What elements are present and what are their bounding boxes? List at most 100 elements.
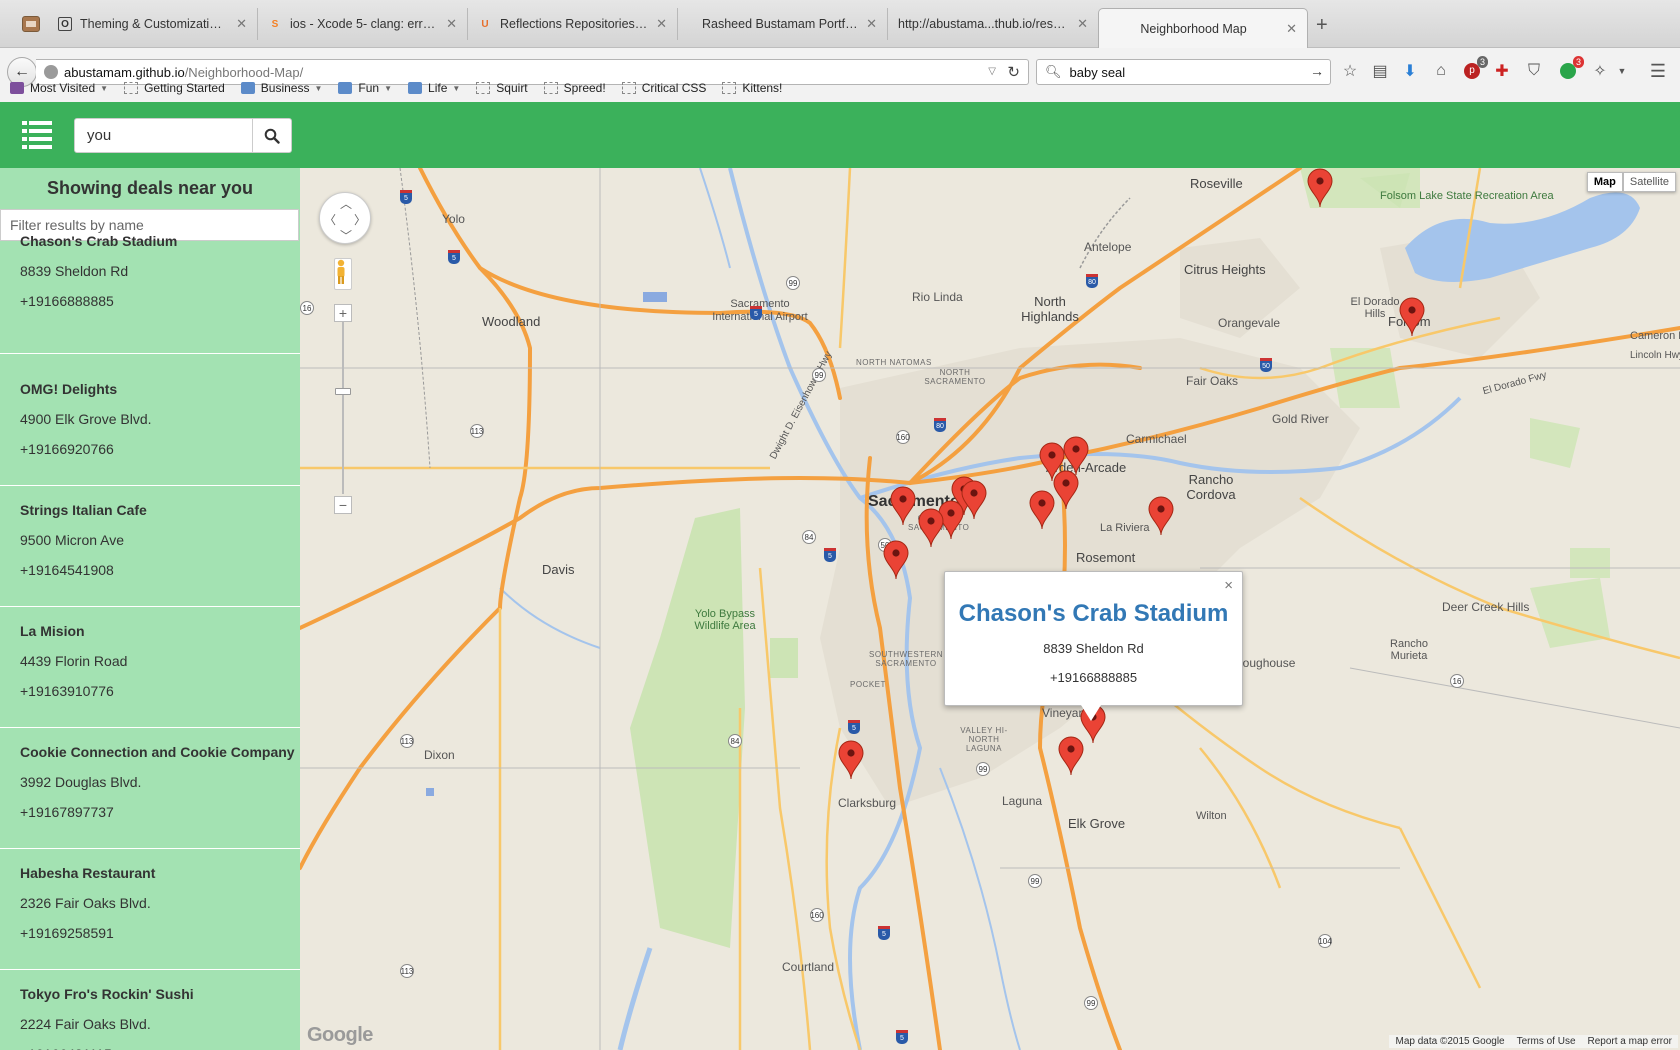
highway-84-shield: 84 — [802, 530, 816, 544]
reflections-favicon-icon: U — [481, 18, 489, 30]
bookmark-item[interactable]: Most Visited ▼ — [10, 81, 108, 95]
location-search-input[interactable] — [75, 119, 252, 152]
location-search — [74, 118, 292, 153]
search-bar[interactable]: 🔍︎ baby seal → — [1036, 59, 1331, 85]
addon-cross-icon[interactable]: ✚ — [1492, 61, 1512, 81]
highway-99-shield: 99 — [976, 762, 990, 776]
terms-of-use-link[interactable]: Terms of Use — [1511, 1035, 1582, 1048]
tab-close-icon[interactable]: ✕ — [1077, 16, 1088, 32]
map-marker-icon[interactable] — [1307, 168, 1333, 208]
deal-list-item[interactable]: OMG! Delights 4900 Elk Grove Blvd. +191669… — [0, 365, 300, 486]
reading-list-icon[interactable]: ▤ — [1370, 61, 1390, 81]
map[interactable]: Roseville Yolo Antelope Citrus Heights F… — [300, 168, 1680, 1050]
deal-list-item[interactable]: Tokyo Fro's Rockin' Sushi 2224 Fair Oaks … — [0, 970, 300, 1050]
pan-left-icon[interactable]: 〈 — [324, 211, 336, 228]
map-marker-icon[interactable] — [1058, 736, 1084, 776]
map-marker-icon[interactable] — [1029, 490, 1055, 530]
tab-close-icon[interactable]: ✕ — [236, 16, 247, 32]
bookmark-item[interactable]: Spreed! — [543, 81, 606, 95]
pocket-save-icon[interactable]: ⛉ — [1524, 61, 1544, 81]
green-extension-icon[interactable]: 3 — [1558, 56, 1584, 81]
interstate-5-shield: 5 — [824, 548, 836, 562]
place-label: NORTH SACRAMENTO — [924, 368, 986, 386]
zoom-track[interactable] — [342, 322, 344, 494]
bookmark-item[interactable]: Squirt — [476, 81, 528, 95]
zoom-in-button[interactable]: + — [334, 304, 352, 322]
deal-list-item[interactable]: Strings Italian Cafe 9500 Micron Ave +1916… — [0, 486, 300, 607]
pan-right-icon[interactable]: 〉 — [354, 211, 366, 228]
url-history-dropdown-icon[interactable]: ▽ — [988, 66, 996, 77]
info-window-phone: +19166888885 — [1049, 670, 1138, 685]
bookmark-star-icon[interactable]: ☆ — [1340, 61, 1360, 81]
interstate-5-shield: 5 — [448, 250, 460, 264]
search-go-icon[interactable]: → — [1310, 63, 1324, 79]
place-label: VALLEY HI-NORTH LAGUNA — [960, 726, 1008, 753]
tab-stackoverflow[interactable]: S ios - Xcode 5- clang: error: l... ✕ — [258, 8, 468, 40]
place-label: Deer Creek Hills — [1442, 600, 1530, 614]
map-footer: Map data ©2015 Google Terms of Use Repor… — [1389, 1035, 1678, 1048]
map-marker-icon[interactable] — [838, 740, 864, 780]
deal-list-item[interactable]: La Mision 4439 Florin Road +19163910776 — [0, 607, 300, 728]
map-marker-icon[interactable] — [918, 508, 944, 548]
map-marker-icon[interactable] — [1148, 496, 1174, 536]
tab-close-icon[interactable]: ✕ — [446, 16, 457, 32]
pocket-extension-icon[interactable]: p 3 — [1462, 56, 1488, 81]
deal-address: 9500 Micron Ave — [20, 532, 125, 548]
map-type-satellite-button[interactable]: Satellite — [1622, 172, 1676, 192]
downloads-icon[interactable]: ⬇ — [1400, 61, 1420, 81]
map-marker-icon[interactable] — [1053, 470, 1079, 510]
bookmark-item[interactable]: Fun ▼ — [338, 81, 392, 95]
deal-list-item[interactable]: Chason's Crab Stadium 8839 Sheldon Rd +191… — [0, 233, 300, 354]
place-label: Cameron Park — [1630, 330, 1680, 342]
bookmark-label: Life — [428, 81, 448, 95]
tab-close-icon[interactable]: ✕ — [1286, 21, 1297, 37]
map-marker-icon[interactable] — [890, 486, 916, 526]
bookmark-item[interactable]: Getting Started — [124, 81, 225, 95]
bookmark-item[interactable]: Life ▼ — [408, 81, 460, 95]
list-toggle-icon[interactable] — [22, 121, 52, 149]
home-icon[interactable]: ⌂ — [1431, 61, 1451, 81]
pan-control[interactable]: ︿ ﹀ 〈 〉 — [319, 192, 371, 244]
map-marker-icon[interactable] — [961, 480, 987, 520]
tab-close-icon[interactable]: ✕ — [656, 16, 667, 32]
map-type-map-button[interactable]: Map — [1586, 172, 1623, 192]
zoom-slider-handle[interactable] — [335, 388, 351, 395]
zoom-out-button[interactable]: − — [334, 496, 352, 514]
tab-reflections[interactable]: U Reflections Repositories - C... ✕ — [468, 8, 678, 40]
deal-list-item[interactable]: Habesha Restaurant 2326 Fair Oaks Blvd. +1… — [0, 849, 300, 970]
tab-resume[interactable]: http://abustama...thub.io/resume/ ✕ — [888, 8, 1098, 40]
bookmark-item[interactable]: Kittens! — [722, 81, 782, 95]
map-marker-icon[interactable] — [883, 540, 909, 580]
highway-160-shield: 160 — [810, 908, 824, 922]
bookmark-item[interactable]: Business ▼ — [240, 81, 322, 95]
location-search-button[interactable] — [252, 119, 291, 152]
deal-list-item[interactable]: Cookie Connection and Cookie Company 3992… — [0, 728, 300, 849]
place-label: SOUTHWESTERN SACRAMENTO — [869, 650, 943, 668]
deal-address: 8839 Sheldon Rd — [20, 263, 129, 279]
place-label: Rancho Murieta — [1390, 638, 1428, 662]
pan-up-icon[interactable]: ︿ — [340, 195, 352, 212]
tab-neighborhood-map[interactable]: Neighborhood Map ✕ — [1098, 8, 1308, 48]
report-map-error-link[interactable]: Report a map error — [1582, 1035, 1678, 1048]
street-view-pegman-icon[interactable] — [334, 258, 352, 290]
info-window-close-icon[interactable]: × — [1224, 577, 1233, 594]
tab-close-icon[interactable]: ✕ — [866, 16, 877, 32]
pan-down-icon[interactable]: ﹀ — [340, 227, 352, 244]
deal-phone: +19167897737 — [20, 804, 114, 820]
stackoverflow-favicon-icon: S — [271, 18, 279, 30]
folder-icon — [408, 82, 423, 94]
tab-groups-icon[interactable] — [22, 16, 40, 32]
tab-portfolio[interactable]: Rasheed Bustamam Portfolio ✕ — [678, 8, 888, 40]
map-marker-icon[interactable] — [1399, 297, 1425, 337]
green-extension-badge: 3 — [1572, 56, 1584, 68]
tab-theming[interactable]: O Theming & Customization - ... ✕ — [48, 8, 258, 40]
browser-tab-bar: O Theming & Customization - ... ✕ S ios … — [0, 0, 1680, 48]
bookmark-item[interactable]: Critical CSS — [621, 81, 706, 95]
pocket-badge: 3 — [1476, 56, 1488, 68]
extension-puzzle-icon[interactable]: ✧ — [1590, 61, 1610, 81]
extension-dropdown-icon[interactable]: ▼ — [1612, 61, 1632, 81]
new-tab-button[interactable]: + — [1316, 14, 1328, 37]
reload-icon[interactable]: ↻ — [1007, 63, 1020, 81]
interstate-5-shield: 5 — [878, 926, 890, 940]
hamburger-menu-icon[interactable]: ☰ — [1648, 61, 1668, 81]
